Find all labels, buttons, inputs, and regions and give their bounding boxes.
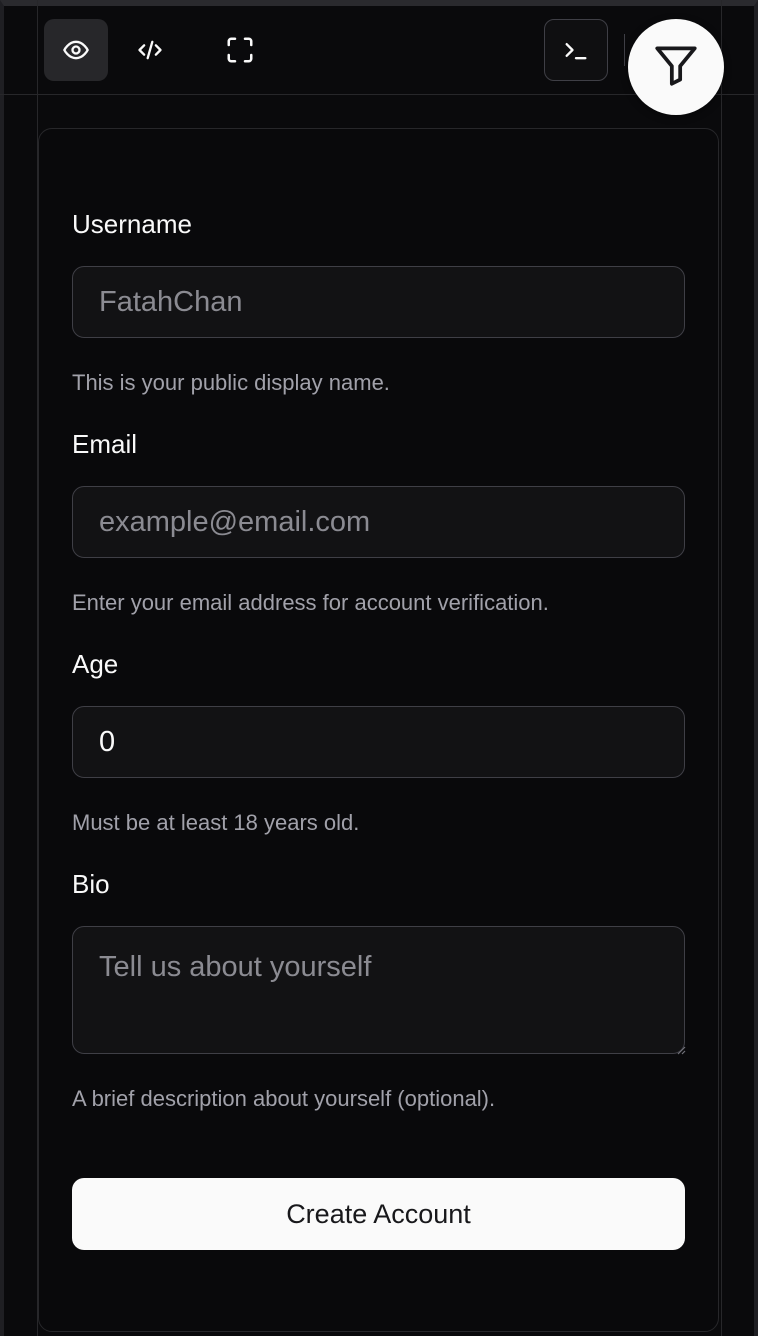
fullscreen-icon: [225, 35, 255, 65]
eye-icon: [62, 36, 90, 64]
filter-button[interactable]: [628, 19, 724, 115]
preview-view-button[interactable]: [44, 19, 108, 81]
fullscreen-button[interactable]: [208, 19, 272, 81]
username-label: Username: [72, 209, 192, 239]
guide-line-right: [721, 0, 722, 1336]
email-input[interactable]: [72, 486, 685, 558]
bio-help-text: A brief description about yourself (opti…: [72, 1086, 496, 1111]
bio-label: Bio: [72, 869, 110, 899]
bio-textarea[interactable]: [72, 926, 685, 1054]
age-label: Age: [72, 649, 119, 679]
age-input[interactable]: [72, 706, 685, 778]
username-help-text: This is your public display name.: [72, 370, 390, 395]
username-input[interactable]: [72, 266, 685, 338]
terminal-button[interactable]: [544, 19, 608, 81]
toolbar-separator: [624, 34, 625, 66]
resize-handle-icon[interactable]: [676, 1042, 686, 1060]
terminal-icon: [562, 36, 590, 64]
email-help-text: Enter your email address for account ver…: [72, 590, 549, 615]
code-icon: [136, 36, 164, 64]
filter-icon: [651, 40, 701, 95]
age-help-text: Must be at least 18 years old.: [72, 810, 360, 835]
email-label: Email: [72, 429, 138, 459]
create-account-button[interactable]: Create Account: [72, 1178, 685, 1250]
code-view-button[interactable]: [118, 19, 182, 81]
